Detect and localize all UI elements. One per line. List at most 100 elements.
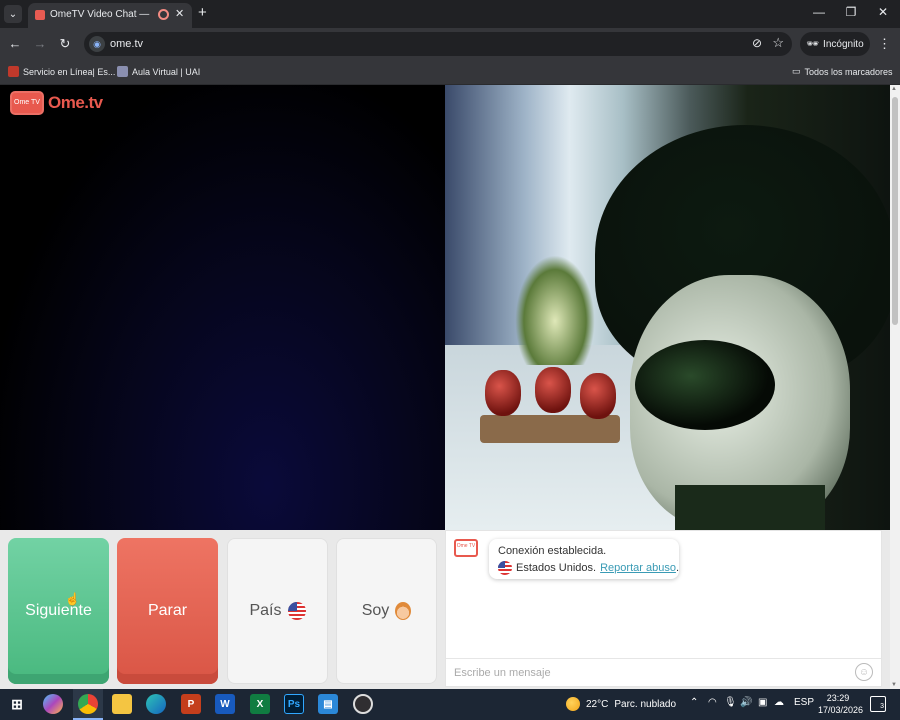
logo-text: Ome.tv — [48, 93, 103, 112]
emoji-icon[interactable]: ☺ — [855, 663, 873, 681]
site-info-icon[interactable]: ◉ — [89, 36, 105, 52]
incognito-label: Incógnito — [823, 38, 864, 50]
cloud-icon[interactable]: ☁ — [774, 697, 784, 708]
us-flag-icon — [287, 602, 306, 620]
all-bookmarks-label: Todos los marcadores — [804, 66, 893, 77]
partly-cloudy-icon — [566, 697, 580, 711]
chevron-down-icon: ⌄ — [8, 8, 18, 20]
bookmark-star-icon[interactable]: ☆ — [772, 35, 784, 51]
camera-icon[interactable]: ▣ — [758, 697, 767, 708]
page-scrollbar[interactable]: ▲ ▼ — [890, 85, 900, 689]
file-explorer-icon[interactable] — [112, 694, 132, 714]
system-message-bubble: Conexión establecida. Estados Unidos. Re… — [489, 539, 679, 579]
wifi-icon[interactable]: ◠ — [708, 697, 717, 708]
reload-button[interactable]: ↻ — [57, 36, 73, 52]
chat-panel: Ome TV Conexión establecida. Estados Uni… — [445, 530, 882, 687]
next-button[interactable]: Siguiente — [8, 538, 109, 684]
notification-count: 3 — [880, 703, 884, 710]
windows-taskbar: ⊞ P W X Ps ▤ 22°C Parc. nublado ⌃ ◠ 🎙 🔊 … — [0, 689, 900, 720]
word-icon[interactable]: W — [215, 694, 235, 714]
remote-scene-ornament — [535, 367, 571, 413]
tab-search-button[interactable]: ⌄ — [4, 5, 22, 23]
windows-start-icon[interactable]: ⊞ — [7, 694, 27, 714]
excel-icon[interactable]: X — [250, 694, 270, 714]
remote-scene-ornament — [580, 373, 616, 419]
bookmark-favicon-icon — [8, 66, 19, 77]
remote-person-shirt — [675, 485, 825, 530]
clock-time: 23:29 — [826, 693, 850, 703]
connection-status-text: Conexión establecida. — [498, 545, 607, 557]
partner-country-line: Estados Unidos. Reportar abuso. — [498, 561, 679, 575]
restore-button[interactable]: ❐ — [841, 5, 861, 19]
back-button[interactable]: ← — [7, 36, 23, 51]
boy-icon — [395, 602, 412, 620]
copilot-icon[interactable] — [43, 694, 63, 714]
address-bar[interactable]: ◉ ome.tv ⊘ ☆ — [84, 32, 792, 56]
forward-button[interactable]: → — [32, 36, 48, 51]
ometv-favicon-icon — [35, 10, 45, 20]
browser-tab[interactable]: OmeTV Video Chat — Omegle ✕ — [28, 3, 192, 28]
scroll-down-arrow-icon[interactable]: ▼ — [891, 682, 897, 688]
url-text: ome.tv — [110, 38, 144, 50]
report-abuse-link[interactable]: Reportar abuso — [600, 562, 676, 574]
tab-strip: ⌄ OmeTV Video Chat — Omegle ✕ + — ❐ ✕ — [0, 0, 900, 28]
country-label: País — [249, 602, 282, 619]
chrome-icon[interactable] — [78, 694, 98, 714]
logo-badge: Ome TV — [10, 91, 44, 115]
volume-icon[interactable]: 🔊 — [740, 697, 752, 708]
country-button[interactable]: País — [227, 538, 328, 684]
bookmark-label: Servicio en Línea| Es... — [23, 66, 116, 77]
system-clock[interactable]: 23:29 17/03/2026 — [818, 692, 864, 716]
all-bookmarks-button[interactable]: ▭ Todos los marcadores — [792, 66, 893, 77]
remote-scene-ornament — [485, 370, 521, 416]
remote-scene-plant — [515, 255, 595, 365]
chat-message-input[interactable]: Escribe un mensaje ☺ — [446, 658, 881, 686]
incognito-button[interactable]: 🕶 Incógnito — [800, 32, 870, 56]
page-content: Ome TV Ome.tv Siguiente Parar País Soy O… — [0, 85, 890, 689]
store-icon[interactable]: ▤ — [318, 694, 338, 714]
minimize-button[interactable]: — — [809, 5, 829, 19]
local-video: Ome TV Ome.tv — [0, 85, 445, 530]
bookmarks-bar: Servicio en Línea| Es... Aula Virtual | … — [0, 61, 900, 85]
weather-widget[interactable]: 22°C Parc. nublado — [566, 697, 676, 711]
remote-scene-base — [480, 415, 620, 443]
microphone-icon[interactable]: 🎙 — [724, 697, 737, 708]
remote-person-sunglasses — [635, 340, 775, 430]
scrollbar-thumb[interactable] — [892, 97, 898, 325]
menu-icon[interactable]: ⋮ — [878, 36, 891, 52]
remote-video — [445, 85, 890, 530]
notifications-icon[interactable]: 3 — [870, 696, 886, 712]
photoshop-icon[interactable]: Ps — [284, 694, 304, 714]
us-flag-icon — [498, 561, 512, 575]
gender-button[interactable]: Soy — [336, 538, 437, 684]
tab-title: OmeTV Video Chat — Omegle — [50, 9, 152, 20]
bookmark-label: Aula Virtual | UAI — [132, 66, 201, 77]
eye-off-icon[interactable]: ⊘ — [752, 36, 762, 50]
mouse-cursor-icon: ☝ — [65, 592, 80, 606]
weather-desc: Parc. nublado — [614, 698, 677, 710]
clock-date: 17/03/2026 — [818, 705, 864, 715]
edge-icon[interactable] — [146, 694, 166, 714]
shield-icon — [117, 66, 128, 77]
report-suffix: . — [675, 562, 679, 574]
show-hidden-icons-icon[interactable]: ⌃ — [690, 697, 698, 708]
folder-icon: ▭ — [792, 66, 801, 76]
recording-indicator-icon — [158, 9, 169, 20]
chat-input-placeholder: Escribe un mensaje — [454, 667, 551, 679]
ometv-avatar: Ome TV — [454, 539, 478, 557]
obs-icon[interactable] — [353, 694, 373, 714]
bookmark-item[interactable]: Servicio en Línea| Es... — [8, 66, 115, 77]
bookmark-item[interactable]: Aula Virtual | UAI — [117, 66, 200, 77]
weather-temp: 22°C — [586, 698, 609, 710]
close-window-button[interactable]: ✕ — [873, 5, 893, 19]
incognito-icon: 🕶 — [806, 38, 820, 50]
tab-close-icon[interactable]: ✕ — [175, 7, 184, 20]
new-tab-button[interactable]: + — [198, 4, 207, 21]
partner-country-text: Estados Unidos. — [516, 562, 597, 574]
scroll-up-arrow-icon[interactable]: ▲ — [891, 86, 897, 92]
browser-toolbar: ← → ↻ ◉ ome.tv ⊘ ☆ 🕶 Incógnito ⋮ — [0, 28, 900, 61]
powerpoint-icon[interactable]: P — [181, 694, 201, 714]
stop-button[interactable]: Parar — [117, 538, 218, 684]
language-indicator[interactable]: ESP — [794, 697, 814, 708]
ometv-logo[interactable]: Ome TV Ome.tv — [10, 91, 103, 115]
